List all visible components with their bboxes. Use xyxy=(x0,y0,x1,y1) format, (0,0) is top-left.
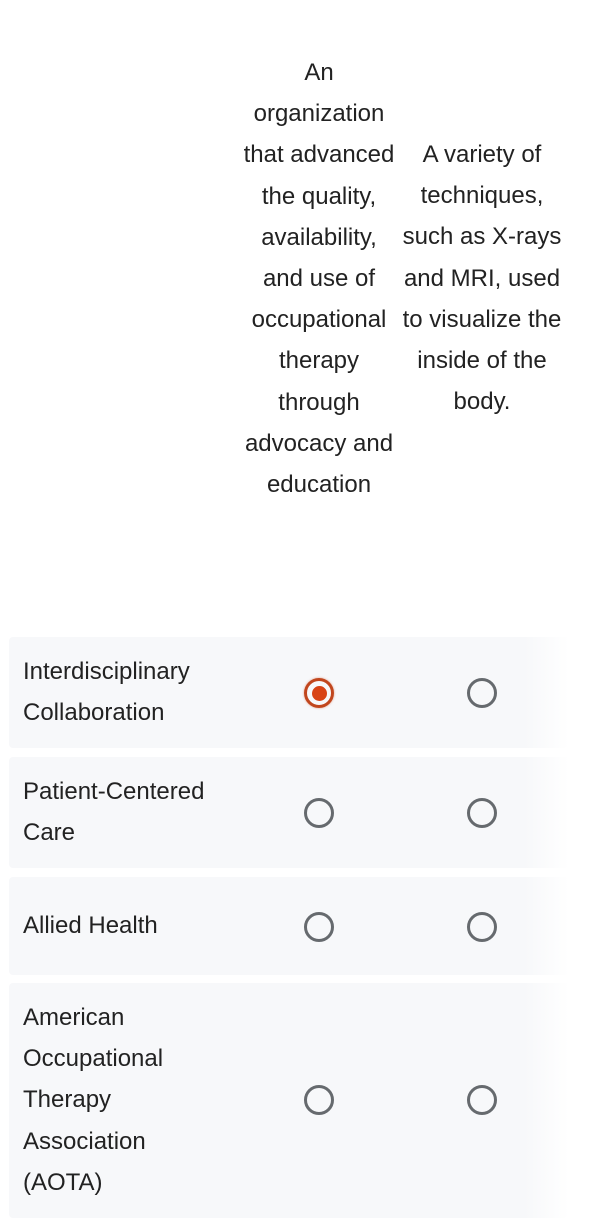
row-label: Allied Health xyxy=(23,912,158,939)
radio-row4-col2[interactable] xyxy=(467,1085,497,1115)
radio-row1-col1[interactable] xyxy=(304,678,334,708)
radio-row1-col2[interactable] xyxy=(467,678,497,708)
column-header-1: An organization that advanced the qualit… xyxy=(243,59,395,499)
row-label: Interdisciplinary Collaboration xyxy=(23,658,190,727)
radio-row2-col2[interactable] xyxy=(467,798,497,828)
row-label: Patient-Centered Care xyxy=(23,778,205,847)
column-headers: An organization that advanced the qualit… xyxy=(0,52,596,632)
radio-row3-col1[interactable] xyxy=(304,912,334,942)
matrix-row-patient-centered-care: Patient-Centered Care xyxy=(9,757,569,868)
matrix-row-interdisciplinary-collaboration: Interdisciplinary Collaboration xyxy=(9,637,569,748)
radio-row2-col1[interactable] xyxy=(304,798,334,828)
row-label: American Occupational Therapy Associatio… xyxy=(23,1004,164,1196)
radio-row4-col1[interactable] xyxy=(304,1085,334,1115)
matrix-row-aota: American Occupational Therapy Associatio… xyxy=(9,983,569,1218)
radio-row3-col2[interactable] xyxy=(467,912,497,942)
matrix-row-allied-health: Allied Health xyxy=(9,877,569,975)
column-header-2: A variety of techniques, such as X-rays … xyxy=(402,141,562,416)
